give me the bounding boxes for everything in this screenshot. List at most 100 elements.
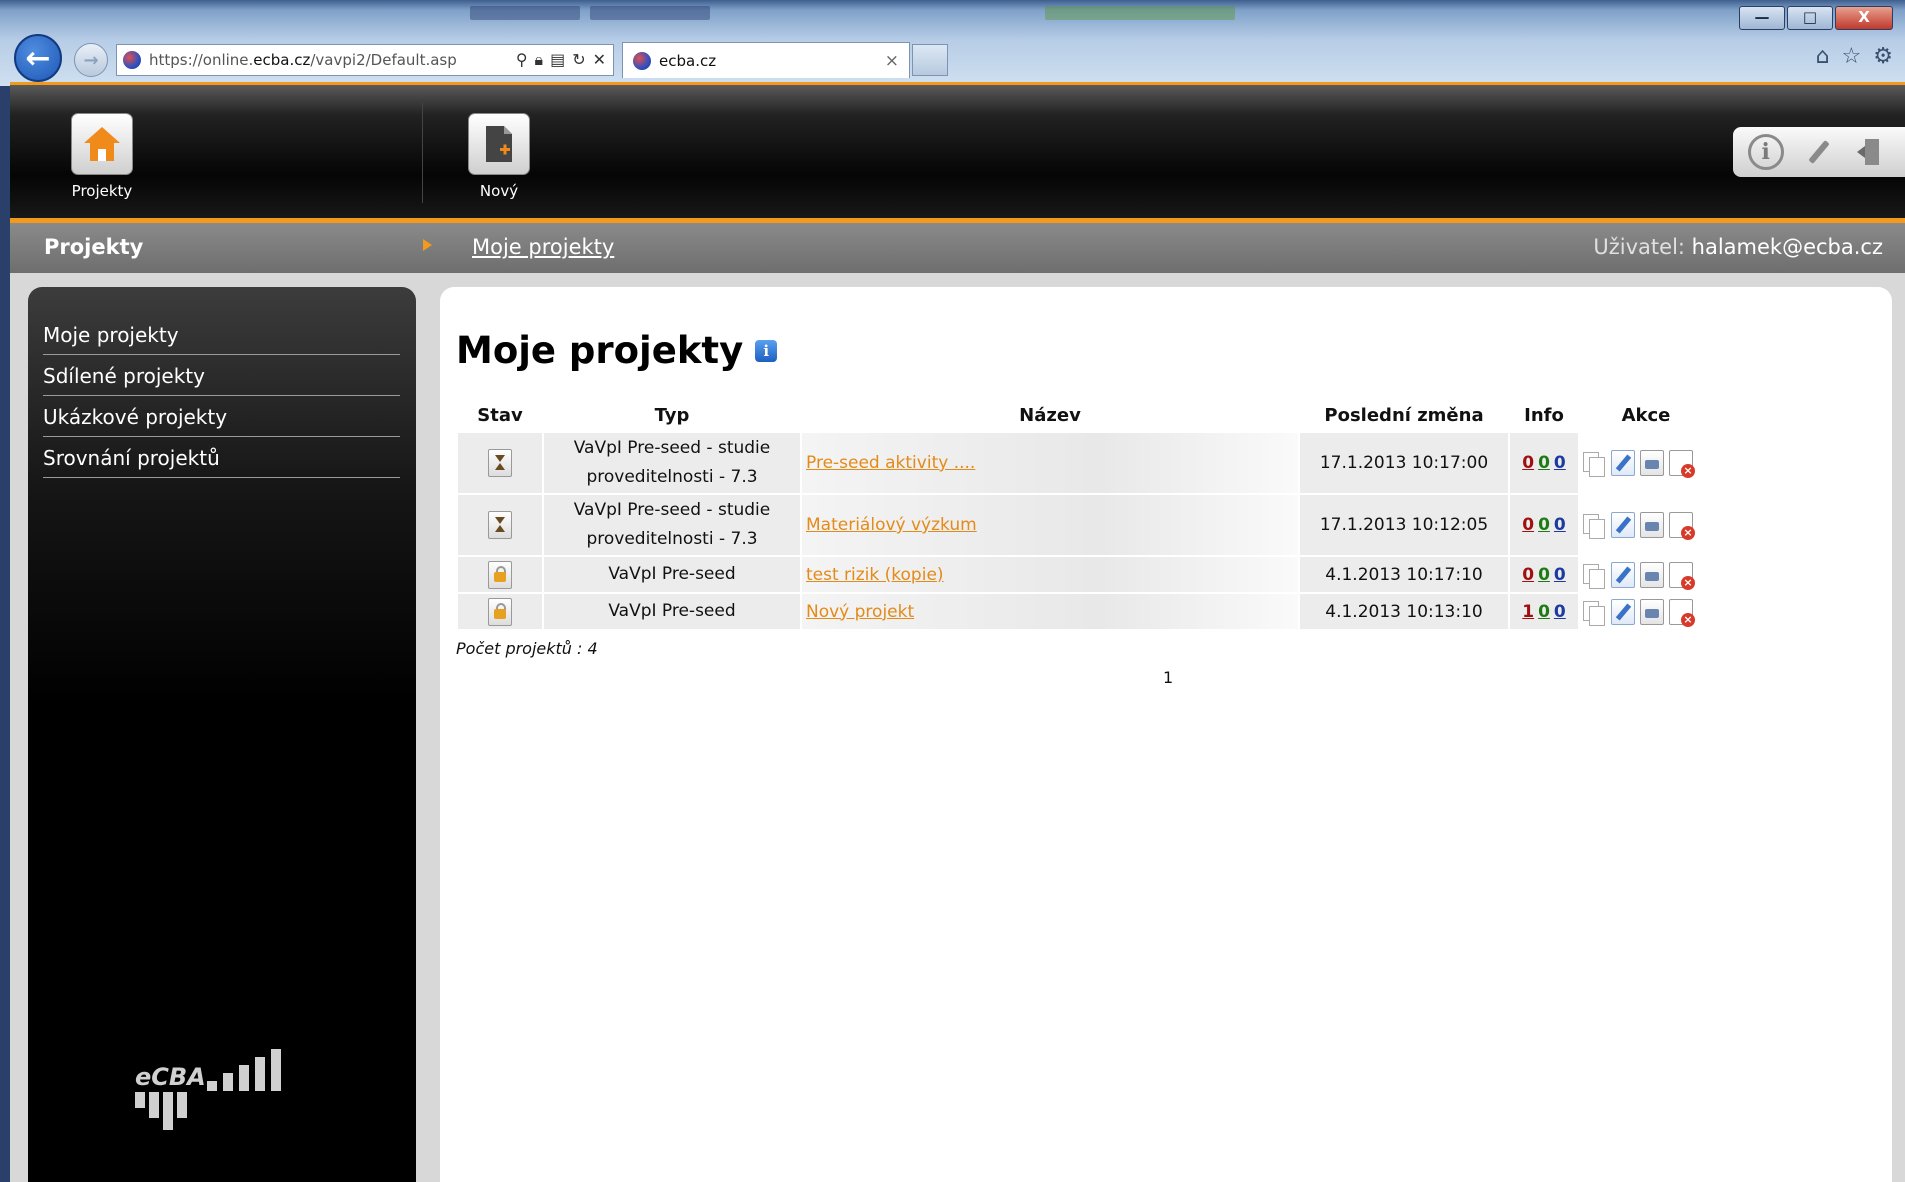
forward-button[interactable]: → xyxy=(74,43,108,77)
info-count-blue[interactable]: 0 xyxy=(1554,565,1566,585)
cell-stav xyxy=(458,495,542,555)
home-icon[interactable]: ⌂ xyxy=(1816,44,1830,69)
header-divider xyxy=(422,103,423,203)
print-icon[interactable] xyxy=(1640,598,1664,625)
projects-header-button[interactable]: Projekty xyxy=(62,113,142,200)
project-link[interactable]: Materiálový výzkum xyxy=(806,515,977,535)
cell-nazev: test rizik (kopie) xyxy=(802,557,1298,592)
cell-akce xyxy=(1580,594,1712,629)
col-info: Info xyxy=(1524,404,1564,426)
cell-nazev: Materiálový výzkum xyxy=(802,495,1298,555)
user-label: Uživatel: xyxy=(1593,235,1685,259)
info-count-green[interactable]: 0 xyxy=(1538,565,1550,585)
url-prefix: https://online. xyxy=(149,51,254,69)
delete-icon[interactable] xyxy=(1669,450,1695,478)
project-link[interactable]: Nový projekt xyxy=(806,602,914,622)
edit-icon[interactable] xyxy=(1611,598,1635,625)
lock-icon[interactable]: 🔒︎ xyxy=(535,50,544,70)
info-icon[interactable]: i xyxy=(755,339,778,362)
back-button[interactable]: ← xyxy=(14,34,62,82)
page-title: Moje projekty i xyxy=(456,329,778,372)
cell-nazev: Pre-seed aktivity .... xyxy=(802,433,1298,493)
lock-icon xyxy=(488,560,512,589)
site-favicon-icon xyxy=(123,51,141,69)
print-icon[interactable] xyxy=(1640,561,1664,588)
info-count-blue[interactable]: 0 xyxy=(1554,515,1566,535)
info-count-blue[interactable]: 0 xyxy=(1554,602,1566,622)
star-icon[interactable]: ☆ xyxy=(1842,44,1862,69)
settings-wrench-icon[interactable] xyxy=(1801,134,1837,170)
new-document-icon xyxy=(468,113,530,175)
refresh-icon[interactable]: ↻ xyxy=(572,50,585,70)
col-akce: Akce xyxy=(1621,404,1671,426)
print-icon[interactable] xyxy=(1640,512,1664,538)
col-typ: Typ xyxy=(654,404,690,426)
info-count-green[interactable]: 0 xyxy=(1538,453,1550,473)
edit-icon[interactable] xyxy=(1611,561,1635,588)
info-icon[interactable]: i xyxy=(1747,134,1784,170)
forward-arrow-icon: → xyxy=(83,49,99,71)
table-header-row: Stav Typ Název Poslední změna Info Akce xyxy=(458,399,1712,431)
new-project-button[interactable]: Nový xyxy=(459,113,539,200)
project-link[interactable]: Pre-seed aktivity .... xyxy=(806,453,975,473)
copy-icon[interactable] xyxy=(1582,512,1606,539)
info-count-red[interactable]: 0 xyxy=(1522,515,1534,535)
url-text[interactable]: https://online.ecba.cz/vavpi2/Default.as… xyxy=(149,51,457,69)
projects-header-label: Projekty xyxy=(71,182,133,200)
info-count-red[interactable]: 1 xyxy=(1522,602,1534,622)
delete-icon[interactable] xyxy=(1669,561,1695,590)
breadcrumb-current-link[interactable]: Moje projekty xyxy=(472,235,614,259)
address-bar-tools: ⚲ 🔒︎ ▤ ↻ ✕ xyxy=(516,50,613,70)
cell-date: 4.1.2013 10:17:10 xyxy=(1300,557,1508,592)
tab-close-icon[interactable]: × xyxy=(885,51,899,71)
cell-stav xyxy=(458,594,542,629)
table-row: VaVpI Pre-seed Nový projekt 4.1.2013 10:… xyxy=(458,594,1712,629)
cell-date: 17.1.2013 10:17:00 xyxy=(1300,433,1508,493)
sidebar-item-my-projects[interactable]: Moje projekty xyxy=(43,315,400,355)
logout-icon[interactable] xyxy=(1854,134,1890,170)
hourglass-icon xyxy=(488,449,512,477)
close-window-button[interactable]: X xyxy=(1835,6,1893,30)
cell-nazev: Nový projekt xyxy=(802,594,1298,629)
compat-view-icon[interactable]: ▤ xyxy=(550,50,565,70)
cell-typ: VaVpI Pre-seed xyxy=(544,557,800,592)
new-tab-button[interactable] xyxy=(912,44,948,76)
url-path: /vavpi2/Default.asp xyxy=(310,51,457,69)
project-link[interactable]: test rizik (kopie) xyxy=(806,565,944,585)
maximize-button[interactable]: □ xyxy=(1787,6,1833,30)
stop-icon[interactable]: ✕ xyxy=(593,50,606,70)
edit-icon[interactable] xyxy=(1611,450,1635,476)
address-bar[interactable]: https://online.ecba.cz/vavpi2/Default.as… xyxy=(116,44,614,76)
sidebar: Moje projekty Sdílené projekty Ukázkové … xyxy=(28,287,416,1182)
sidebar-item-compare-projects[interactable]: Srovnání projektů xyxy=(43,438,400,478)
info-count-green[interactable]: 0 xyxy=(1538,515,1550,535)
info-count-red[interactable]: 0 xyxy=(1522,453,1534,473)
info-count-blue[interactable]: 0 xyxy=(1554,453,1566,473)
page-title-text: Moje projekty xyxy=(456,329,744,372)
search-icon[interactable]: ⚲ xyxy=(516,50,528,70)
breadcrumb-section: Projekty xyxy=(44,235,144,259)
copy-icon[interactable] xyxy=(1582,450,1606,477)
sidebar-item-sample-projects[interactable]: Ukázkové projekty xyxy=(43,397,400,437)
delete-icon[interactable] xyxy=(1669,598,1695,627)
app-header: Projekty Nový i xyxy=(10,82,1905,223)
sidebar-item-shared-projects[interactable]: Sdílené projekty xyxy=(43,356,400,396)
ecba-logo: eCBA xyxy=(135,1049,281,1130)
print-icon[interactable] xyxy=(1640,450,1664,476)
browser-tab[interactable]: ecba.cz × xyxy=(622,42,910,78)
delete-icon[interactable] xyxy=(1669,512,1695,540)
titlebar-ghost-text xyxy=(470,6,580,20)
info-count-green[interactable]: 0 xyxy=(1538,602,1550,622)
info-count-red[interactable]: 0 xyxy=(1522,565,1534,585)
tab-title: ecba.cz xyxy=(659,51,717,70)
copy-icon[interactable] xyxy=(1582,562,1606,589)
project-count: Počet projektů : 4 xyxy=(456,639,598,658)
pagination-page[interactable]: 1 xyxy=(1163,668,1173,687)
user-email: halamek@ecba.cz xyxy=(1691,235,1883,259)
gear-icon[interactable]: ⚙ xyxy=(1873,44,1893,69)
breadcrumb-arrow-icon xyxy=(423,239,432,251)
minimize-button[interactable]: — xyxy=(1739,6,1785,30)
edit-icon[interactable] xyxy=(1611,512,1635,538)
col-stav: Stav xyxy=(477,404,523,426)
copy-icon[interactable] xyxy=(1582,599,1606,626)
